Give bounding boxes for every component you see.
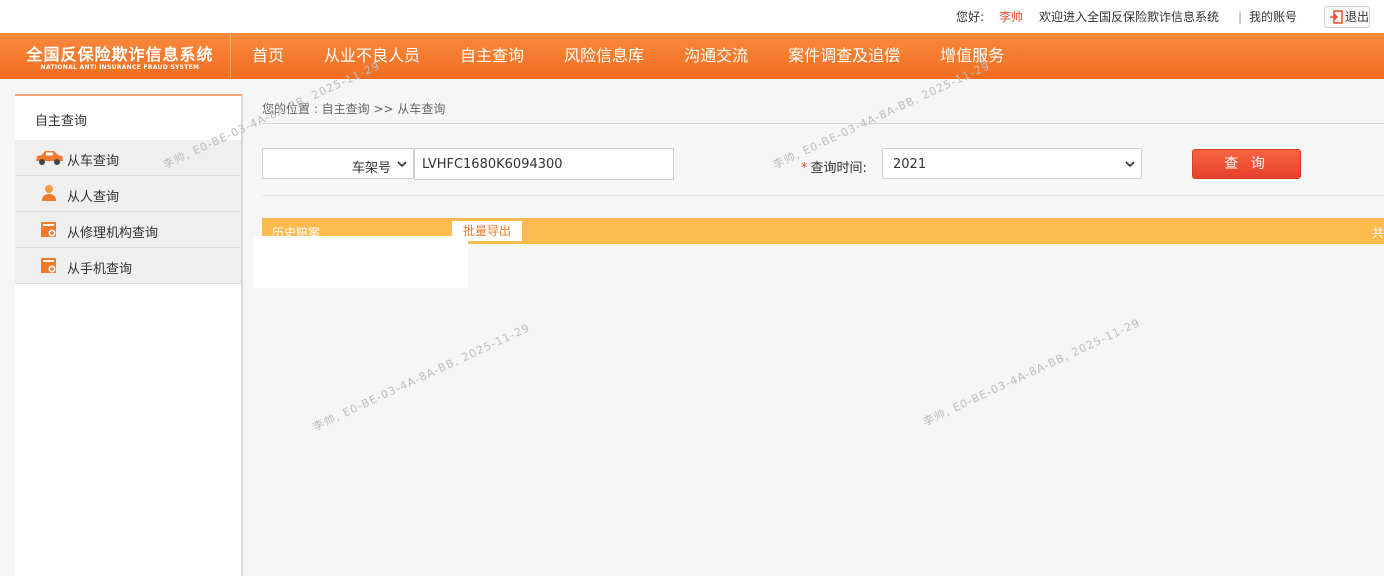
- main-nav: 全国反保险欺诈信息系统 NATIONAL ANTI INSURANCE FRAU…: [0, 33, 1384, 79]
- sidebar: 自主查询 从车查询 从人查询 从修理机构查询 从手机查询: [15, 94, 243, 576]
- logout-icon: [1330, 10, 1343, 24]
- query-time-label: * 查询时间:: [801, 157, 867, 176]
- welcome-text: 欢迎进入全国反保险欺诈信息系统: [1039, 10, 1220, 24]
- breadcrumb: 您的位置 : 自主查询 >> 从车查询: [262, 100, 1384, 124]
- vin-input[interactable]: [414, 148, 674, 180]
- sidebar-title: 自主查询: [35, 114, 88, 129]
- sidebar-item-repair-shop-query[interactable]: 从修理机构查询: [15, 212, 241, 248]
- person-icon: [42, 185, 56, 201]
- phone-icon: [41, 258, 56, 273]
- nav-item-home[interactable]: 首页: [232, 33, 304, 79]
- top-bar: 您好: 李帅 欢迎进入全国反保险欺诈信息系统 | 我的账号 退出: [0, 0, 1384, 34]
- sidebar-list: 从车查询 从人查询 从修理机构查询 从手机查询: [15, 140, 241, 284]
- query-button[interactable]: 查 询: [1192, 149, 1301, 179]
- sidebar-item-label: 从人查询: [67, 190, 120, 205]
- sidebar-item-phone-query[interactable]: 从手机查询: [15, 248, 241, 284]
- chevron-down-icon: [397, 161, 407, 168]
- car-icon: [36, 151, 63, 165]
- greeting-text: 您好:: [956, 10, 985, 24]
- query-type-value: 车架号: [351, 161, 391, 176]
- query-year-value: 2021: [893, 157, 927, 172]
- divider: |: [1238, 10, 1243, 24]
- repair-shop-icon: [41, 222, 56, 237]
- watermark: 李帅, E0-BE-03-4A-8A-BB, 2025-11-29: [310, 321, 533, 434]
- watermark: 李帅, E0-BE-03-4A-8A-BB, 2025-11-29: [920, 316, 1143, 429]
- brand-subtitle: NATIONAL ANTI INSURANCE FRAUD SYSTEM: [40, 64, 200, 71]
- brand-logo[interactable]: 全国反保险欺诈信息系统 NATIONAL ANTI INSURANCE FRAU…: [0, 33, 231, 79]
- query-time-text: 查询时间:: [810, 161, 867, 176]
- results-placeholder: [253, 236, 468, 288]
- nav-item-communication[interactable]: 沟通交流: [664, 33, 768, 79]
- logout-button[interactable]: 退出: [1324, 6, 1370, 28]
- brand-title: 全国反保险欺诈信息系统: [26, 45, 214, 64]
- total-count-text: 共: [1372, 226, 1384, 240]
- search-form: 车架号 *查询时间: 2021 查 询: [262, 148, 1384, 196]
- required-mark: *: [801, 161, 808, 176]
- chevron-down-icon: [1125, 161, 1135, 168]
- nav-item-self-query[interactable]: 自主查询: [440, 33, 544, 79]
- query-year-select[interactable]: 2021: [882, 148, 1142, 179]
- sidebar-item-label: 从手机查询: [67, 262, 133, 277]
- sidebar-item-label: 从修理机构查询: [67, 226, 159, 241]
- my-account-link[interactable]: 我的账号: [1249, 10, 1297, 24]
- nav-item-case-investigation[interactable]: 案件调查及追偿: [768, 33, 920, 79]
- sidebar-item-person-query[interactable]: 从人查询: [15, 176, 241, 212]
- query-type-select[interactable]: 车架号: [262, 148, 414, 179]
- nav-item-risk-database[interactable]: 风险信息库: [544, 33, 664, 79]
- user-name[interactable]: 李帅: [999, 10, 1023, 24]
- logout-label: 退出: [1345, 10, 1370, 24]
- sidebar-item-label: 从车查询: [67, 154, 120, 169]
